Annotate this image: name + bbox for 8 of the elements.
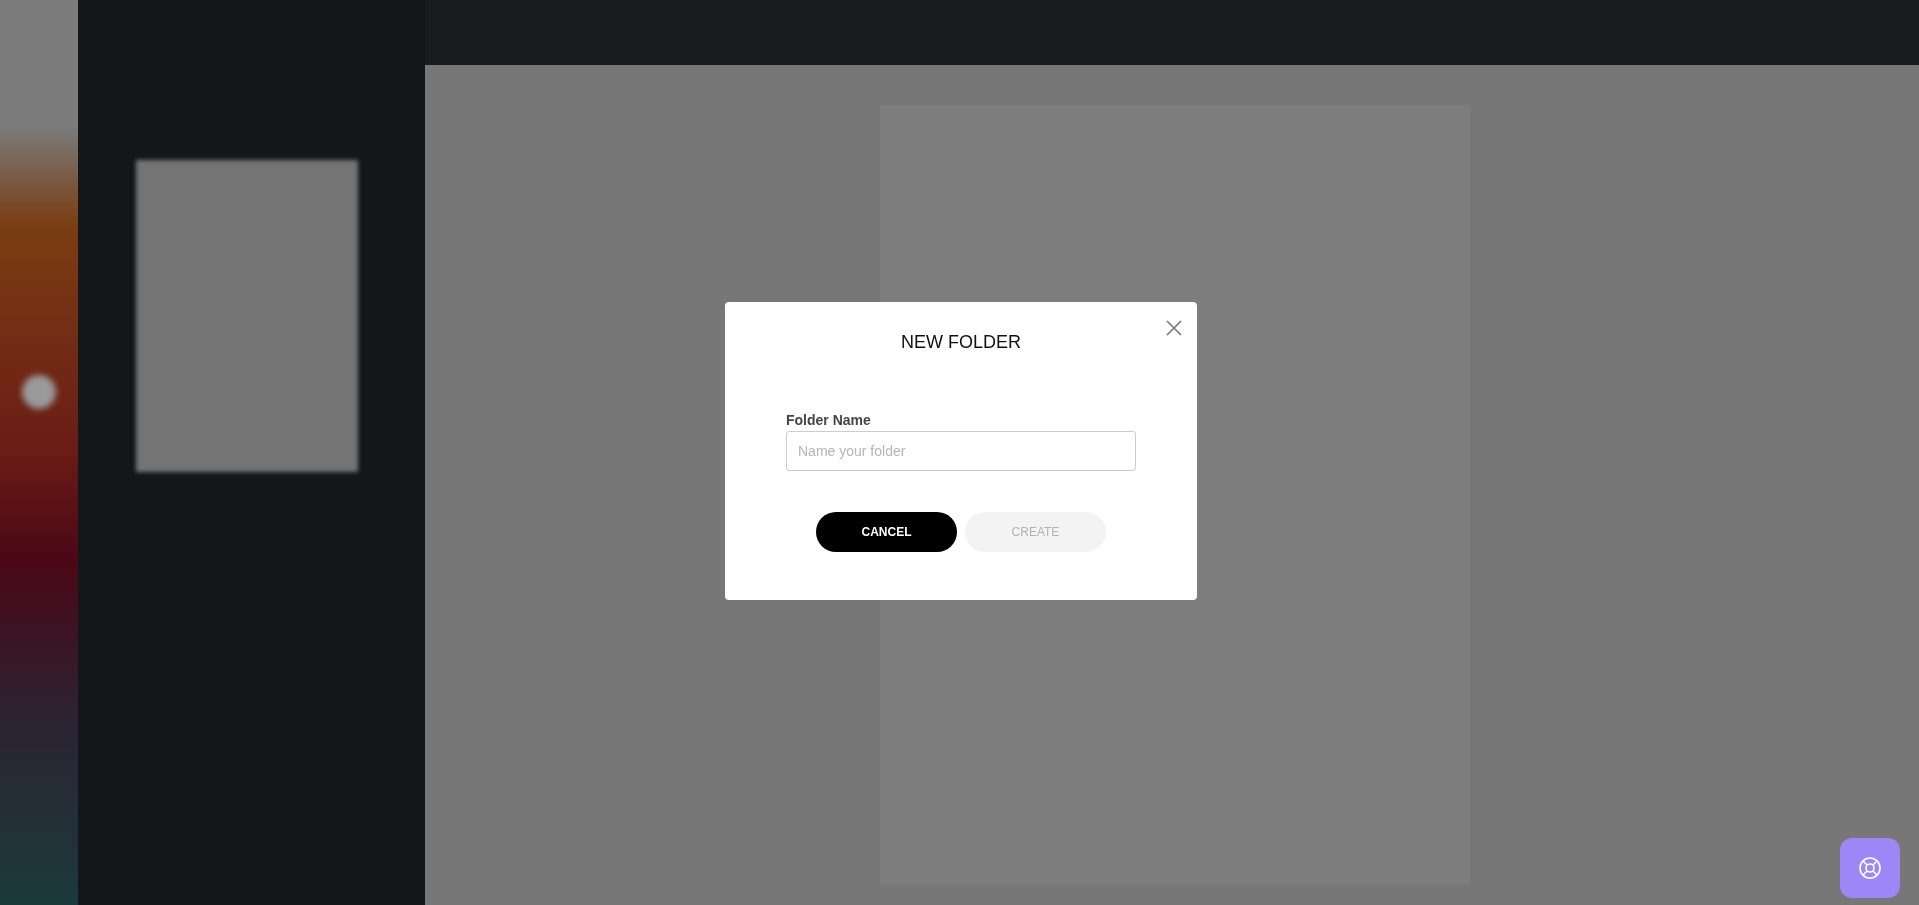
close-icon[interactable] bbox=[1164, 318, 1184, 338]
dialog-title: NEW FOLDER bbox=[900, 332, 1022, 353]
help-button[interactable] bbox=[1840, 838, 1900, 898]
cancel-button[interactable]: CANCEL bbox=[816, 512, 957, 552]
lifebuoy-icon bbox=[1858, 856, 1882, 880]
blurred-icon bbox=[22, 375, 56, 409]
field-label: Folder Name bbox=[786, 412, 871, 428]
input-field[interactable]: Name your folder bbox=[786, 431, 1136, 471]
